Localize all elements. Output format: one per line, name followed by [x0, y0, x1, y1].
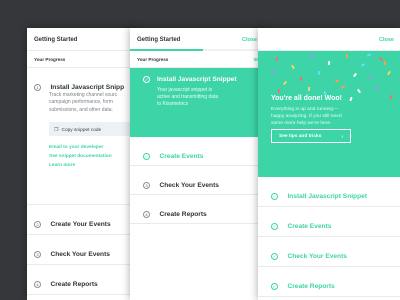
- getting-started-panel-1: Getting Started Your Progress 1 Install …: [27, 28, 135, 300]
- confetti-piece: [277, 88, 281, 94]
- step-row[interactable]: 4 Create Reports: [27, 265, 135, 295]
- step-number: 3: [34, 251, 41, 259]
- confetti-piece: [369, 74, 373, 80]
- step-row[interactable]: ✓ Create Events: [130, 137, 263, 166]
- close-button[interactable]: Close: [379, 37, 394, 43]
- copy-snippet-button[interactable]: ❐ Copy snippet code: [49, 122, 135, 136]
- check-icon: ✓: [271, 253, 278, 261]
- panel-header: Getting Started Close: [130, 28, 263, 51]
- confetti-piece: [323, 90, 327, 96]
- step-title[interactable]: Install Javascript Snipp: [50, 84, 124, 91]
- step-number: 4: [143, 211, 150, 219]
- step-number: 1: [34, 84, 41, 92]
- step-title: Create Events: [287, 223, 332, 231]
- step-row[interactable]: 3 Check Your Events: [27, 235, 135, 265]
- step-row[interactable]: ✓ Check Your Events: [258, 237, 400, 267]
- step-number: 2: [34, 221, 41, 229]
- copy-icon: ❐: [54, 126, 59, 133]
- desc-line: active and transmitting data: [157, 94, 219, 101]
- step-row[interactable]: ✓ Create Events: [258, 207, 400, 237]
- step-title: Create Your Events: [50, 221, 111, 229]
- chevron-right-icon: ›: [341, 133, 343, 140]
- step-title: Create Reports: [159, 211, 207, 219]
- snippet-docs-link[interactable]: See snippet documentation: [49, 154, 112, 159]
- getting-started-panel-3: Close You're all done! Woo! Everything i…: [258, 28, 400, 300]
- step-title: Check Your Events: [159, 182, 219, 190]
- confetti-piece: [308, 54, 314, 60]
- confetti-piece: [275, 56, 279, 62]
- confetti-piece: [349, 96, 353, 102]
- check-icon: ✓: [143, 76, 150, 83]
- step-description: Track marketing channel sourc campaign p…: [49, 92, 117, 114]
- confetti-piece: [317, 70, 321, 76]
- tips-and-tricks-button[interactable]: See tips and tricks ›: [271, 129, 351, 143]
- your-progress-bar: Your Progress: [27, 51, 135, 68]
- check-icon: ✓: [271, 223, 278, 231]
- desc-line: to Kissmetrics: [157, 101, 189, 108]
- confetti-piece: [383, 60, 387, 66]
- step-title: Install Javascript Snippet: [287, 193, 367, 201]
- step-row[interactable]: 3 Check Your Events: [130, 166, 263, 195]
- confetti-piece: [307, 86, 311, 92]
- copy-snippet-label: Copy snippet code: [61, 127, 102, 133]
- confetti-piece: [334, 78, 340, 84]
- confetti-piece: [366, 53, 372, 57]
- step-row[interactable]: 4 Create Reports: [130, 195, 263, 224]
- confetti-piece: [345, 53, 349, 59]
- confetti-piece: [353, 72, 357, 78]
- step-row[interactable]: ✓ Create Reports: [258, 267, 400, 297]
- getting-started-panel-2: Getting Started Close Your Progress 50 ✓…: [130, 28, 263, 300]
- confetti-piece: [299, 76, 303, 82]
- step-install-expanded: 1 Install Javascript Snipp Track marketi…: [27, 68, 135, 205]
- close-button[interactable]: Close: [242, 37, 257, 43]
- desc-line: submissions, and other data.: [49, 106, 113, 113]
- completion-title: You're all done! Woo!: [271, 95, 343, 102]
- confetti-piece: [340, 85, 346, 89]
- confetti-piece: [327, 60, 331, 66]
- check-icon: ✓: [271, 283, 278, 291]
- confetti-piece: [270, 69, 276, 73]
- confetti-piece: [387, 70, 391, 76]
- step-row[interactable]: 2 Create Your Events: [27, 205, 135, 235]
- header-title: Getting Started: [34, 37, 78, 43]
- step-title: Create Events: [159, 153, 204, 161]
- active-step-install[interactable]: ✓ Install Javascript Snippet Your javasc…: [130, 68, 263, 137]
- check-icon: ✓: [143, 153, 150, 161]
- confetti-piece: [375, 86, 379, 92]
- completion-banner: You're all done! Woo! Everything is up a…: [258, 51, 400, 177]
- panel-header: Getting Started: [27, 28, 135, 51]
- your-progress-label: Your Progress: [34, 57, 66, 62]
- step-title: Install Javascript Snippet: [157, 76, 237, 83]
- desc-line: some more help we're here.: [271, 120, 332, 126]
- tips-label: See tips and tricks: [279, 134, 322, 139]
- your-progress-label: Your Progress: [137, 57, 169, 62]
- check-icon: ✓: [271, 193, 278, 201]
- panel-header: Close: [258, 28, 400, 51]
- step-title: Create Reports: [287, 283, 335, 291]
- confetti-piece: [291, 64, 295, 70]
- confetti-piece: [282, 80, 288, 86]
- desc-line: Track marketing channel sourc: [49, 92, 118, 98]
- header-title: Getting Started: [137, 37, 181, 43]
- desc-line: campaign performance, form: [49, 99, 113, 106]
- step-description: Your javascript snippet is active and tr…: [157, 87, 218, 109]
- step-title: Check Your Events: [287, 253, 347, 261]
- step-title: Check Your Events: [50, 251, 110, 259]
- email-developer-link[interactable]: Email to your developer: [49, 145, 103, 150]
- step-title: Create Reports: [50, 281, 98, 289]
- step-row[interactable]: ✓ Install Javascript Snippet: [258, 177, 400, 207]
- completion-description: Everything is up and running— happy anal…: [271, 107, 342, 127]
- your-progress-bar: Your Progress 50: [130, 51, 263, 68]
- step-number: 3: [143, 182, 150, 190]
- step-number: 4: [34, 281, 41, 289]
- desc-line: Everything is up and running—: [271, 107, 338, 112]
- confetti-piece: [389, 94, 393, 100]
- learn-more-link[interactable]: Learn more: [49, 163, 75, 168]
- desc-line: happy analyzing. If you still need: [271, 113, 342, 119]
- desc-line: Your javascript snippet is: [157, 87, 213, 93]
- confetti-piece: [357, 88, 361, 94]
- confetti-piece: [360, 63, 366, 67]
- confetti-piece: [378, 56, 384, 62]
